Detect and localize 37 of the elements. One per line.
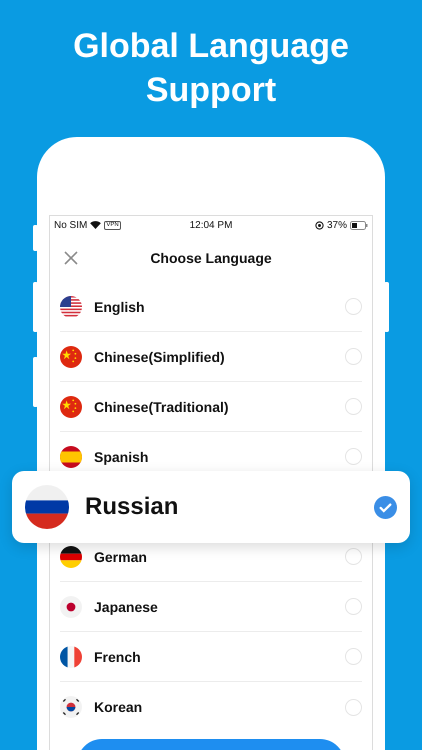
language-name: Russian (85, 493, 180, 521)
close-icon[interactable] (64, 251, 78, 265)
language-name: Korean (94, 699, 144, 715)
flag-icon (60, 296, 82, 318)
language-name: English (94, 298, 146, 314)
wifi-icon (90, 221, 102, 229)
flag-icon (60, 696, 82, 718)
language-name: German (94, 548, 148, 564)
radio-button[interactable] (345, 698, 362, 716)
flag-icon (60, 446, 82, 468)
battery-icon (350, 220, 368, 230)
language-name: Chinese(Simplified) (94, 348, 226, 364)
language-name: French (94, 648, 142, 664)
radio-button[interactable] (345, 648, 362, 665)
selected-language-card[interactable]: Russian (12, 471, 410, 543)
check-icon[interactable] (374, 496, 397, 518)
flag-icon (60, 346, 82, 368)
language-name: Japanese (94, 598, 159, 614)
radio-button[interactable] (345, 598, 362, 615)
flag-icon (25, 485, 69, 529)
headline: Global Language Support (72, 26, 350, 111)
carrier-label: No SIM (54, 220, 88, 230)
radio-button[interactable] (345, 448, 362, 465)
screen-title: Choose Language (150, 250, 272, 266)
radio-button[interactable] (345, 548, 362, 565)
flag-icon (60, 646, 82, 668)
radio-button[interactable] (345, 298, 362, 315)
flag-icon (60, 396, 82, 418)
clock: 12:04 PM (190, 220, 232, 230)
language-name: Spanish (94, 448, 150, 464)
radio-button[interactable] (345, 398, 362, 415)
language-name: Chinese(Traditional) (94, 398, 230, 414)
orientation-lock-icon (314, 220, 324, 230)
flag-icon (60, 596, 82, 618)
radio-button[interactable] (345, 348, 362, 365)
flag-icon (60, 546, 82, 568)
battery-percent: 37% (326, 220, 347, 230)
